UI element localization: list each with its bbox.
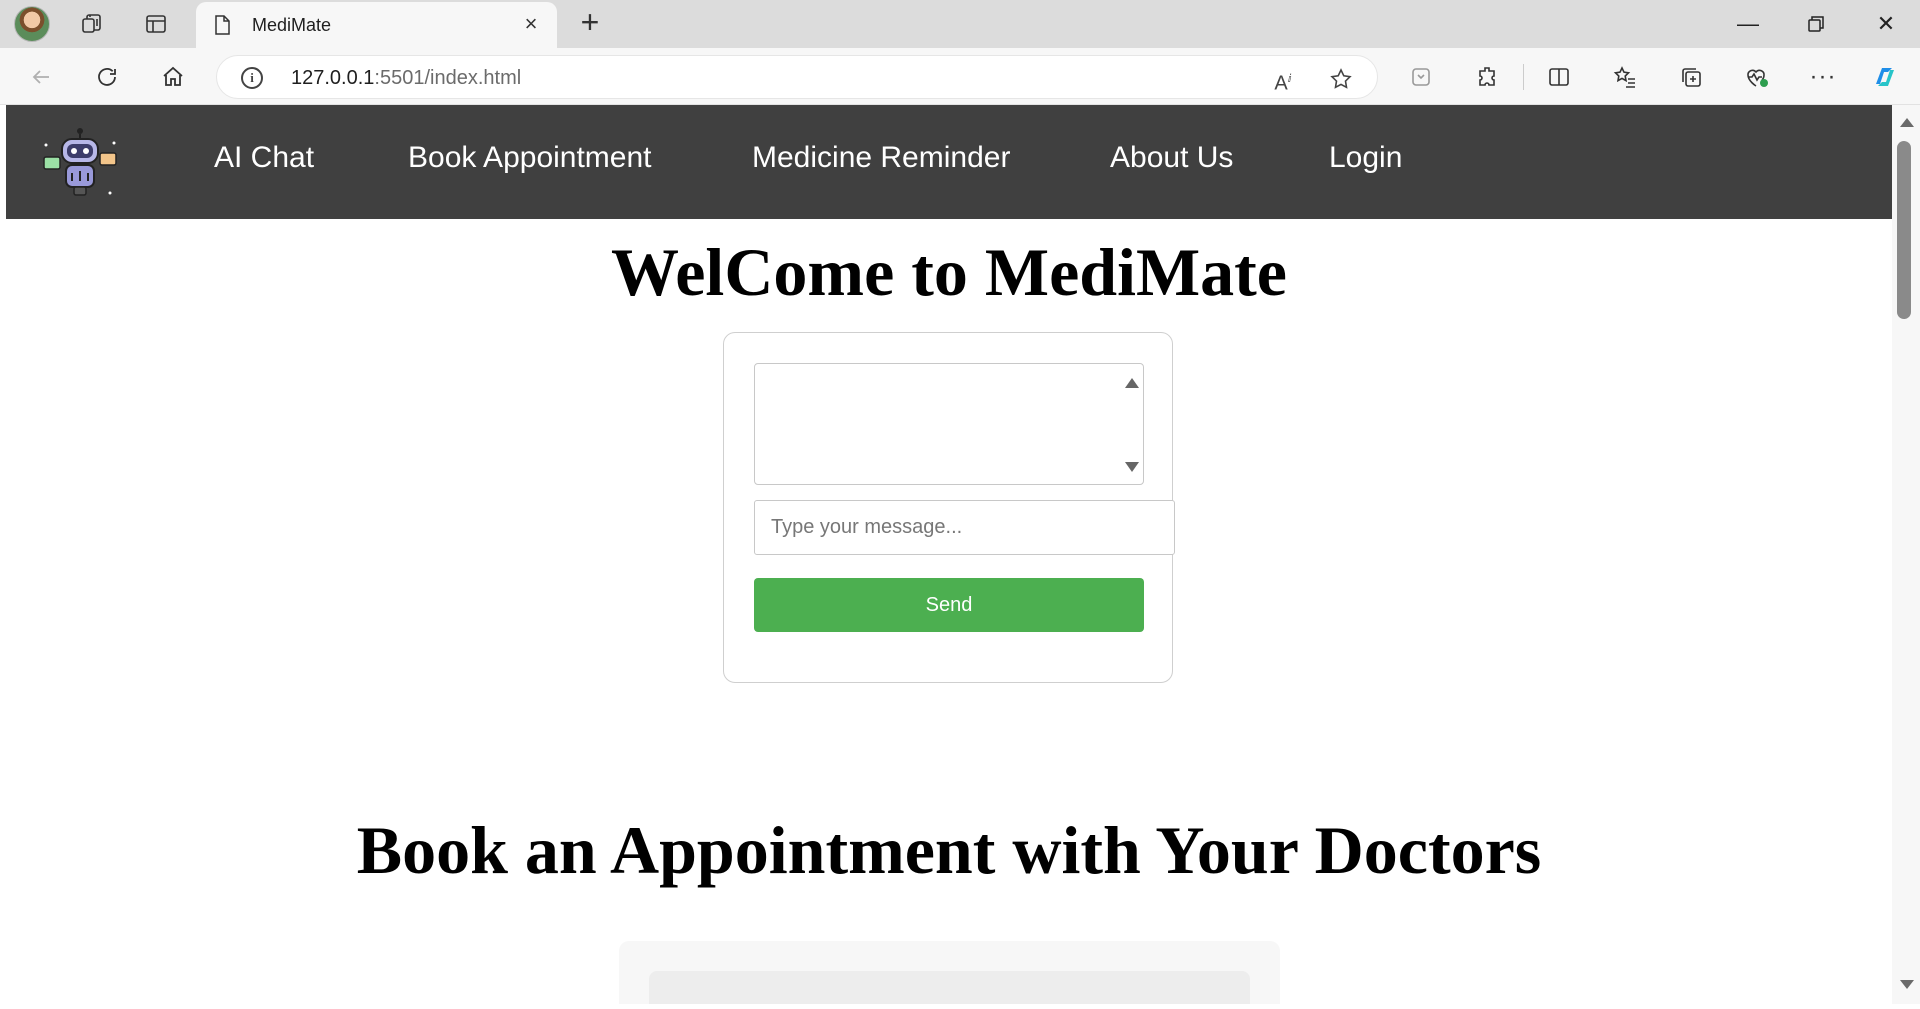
nav-ai-chat[interactable]: AI Chat [214, 141, 314, 175]
workspaces-icon[interactable] [74, 8, 110, 40]
scroll-up-icon[interactable] [1125, 378, 1139, 388]
chat-history[interactable] [754, 363, 1144, 485]
tab-title: MediMate [252, 15, 332, 35]
toolbar-divider [1523, 64, 1524, 90]
home-icon[interactable] [156, 60, 190, 94]
tab-bar: MediMate × + — ✕ [0, 0, 1920, 48]
active-tab[interactable]: MediMate × [196, 2, 557, 48]
chat-card: Send [723, 332, 1175, 683]
collections-icon[interactable] [1674, 60, 1708, 94]
minimize-icon[interactable]: — [1728, 8, 1768, 40]
nav-about-us[interactable]: About Us [1110, 141, 1233, 175]
shield-extension-icon[interactable] [1404, 60, 1438, 94]
scroll-up-arrow-icon[interactable] [1900, 118, 1914, 127]
scroll-down-icon[interactable] [1125, 462, 1139, 472]
page-scrollbar[interactable] [1892, 105, 1920, 1004]
info-icon[interactable]: i [241, 67, 263, 89]
star-icon[interactable] [1327, 65, 1355, 93]
read-aloud-icon[interactable]: Aⅈ [1269, 65, 1297, 95]
copilot-icon[interactable] [1868, 60, 1902, 94]
back-arrow-icon[interactable] [24, 60, 58, 94]
new-tab-plus-icon[interactable]: + [574, 6, 606, 40]
nav-book-appointment[interactable]: Book Appointment [408, 141, 652, 175]
ellipsis-icon[interactable]: ··· [1806, 60, 1840, 94]
favorites-icon[interactable] [1608, 60, 1642, 94]
close-icon[interactable]: × [519, 13, 543, 37]
robot-logo-icon[interactable] [40, 123, 120, 201]
address-bar[interactable]: i 127.0.0.1:5501/index.html Aⅈ [216, 55, 1378, 99]
puzzle-icon[interactable] [1470, 60, 1504, 94]
appointment-form-field[interactable] [649, 971, 1250, 1004]
heartbeat-icon[interactable] [1740, 60, 1774, 94]
message-input[interactable] [754, 500, 1175, 555]
scrollbar-thumb[interactable] [1897, 141, 1911, 319]
nav-medicine-reminder[interactable]: Medicine Reminder [752, 141, 1010, 175]
vertical-tabs-icon[interactable] [138, 8, 174, 40]
refresh-icon[interactable] [90, 60, 124, 94]
page-viewport: AI Chat Book Appointment Medicine Remind… [6, 105, 1892, 1004]
book-heading: Book an Appointment with Your Doctors [356, 812, 1542, 888]
browser-toolbar: i 127.0.0.1:5501/index.html Aⅈ ··· [0, 48, 1920, 105]
address-url[interactable]: 127.0.0.1:5501/index.html [291, 67, 521, 90]
close-window-icon[interactable]: ✕ [1866, 8, 1906, 40]
site-navbar: AI Chat Book Appointment Medicine Remind… [6, 105, 1892, 219]
nav-login[interactable]: Login [1329, 141, 1402, 175]
address-host: 127.0.0.1 [291, 67, 375, 89]
scroll-down-arrow-icon[interactable] [1900, 980, 1914, 989]
appointment-form-card [619, 941, 1280, 1004]
address-path: :5501/index.html [374, 67, 522, 89]
page-icon [215, 15, 230, 35]
profile-avatar[interactable] [14, 6, 50, 42]
restore-icon[interactable] [1796, 8, 1836, 40]
welcome-heading: WelCome to MediMate [611, 234, 1287, 310]
send-button[interactable]: Send [754, 578, 1144, 632]
split-screen-icon[interactable] [1542, 60, 1576, 94]
